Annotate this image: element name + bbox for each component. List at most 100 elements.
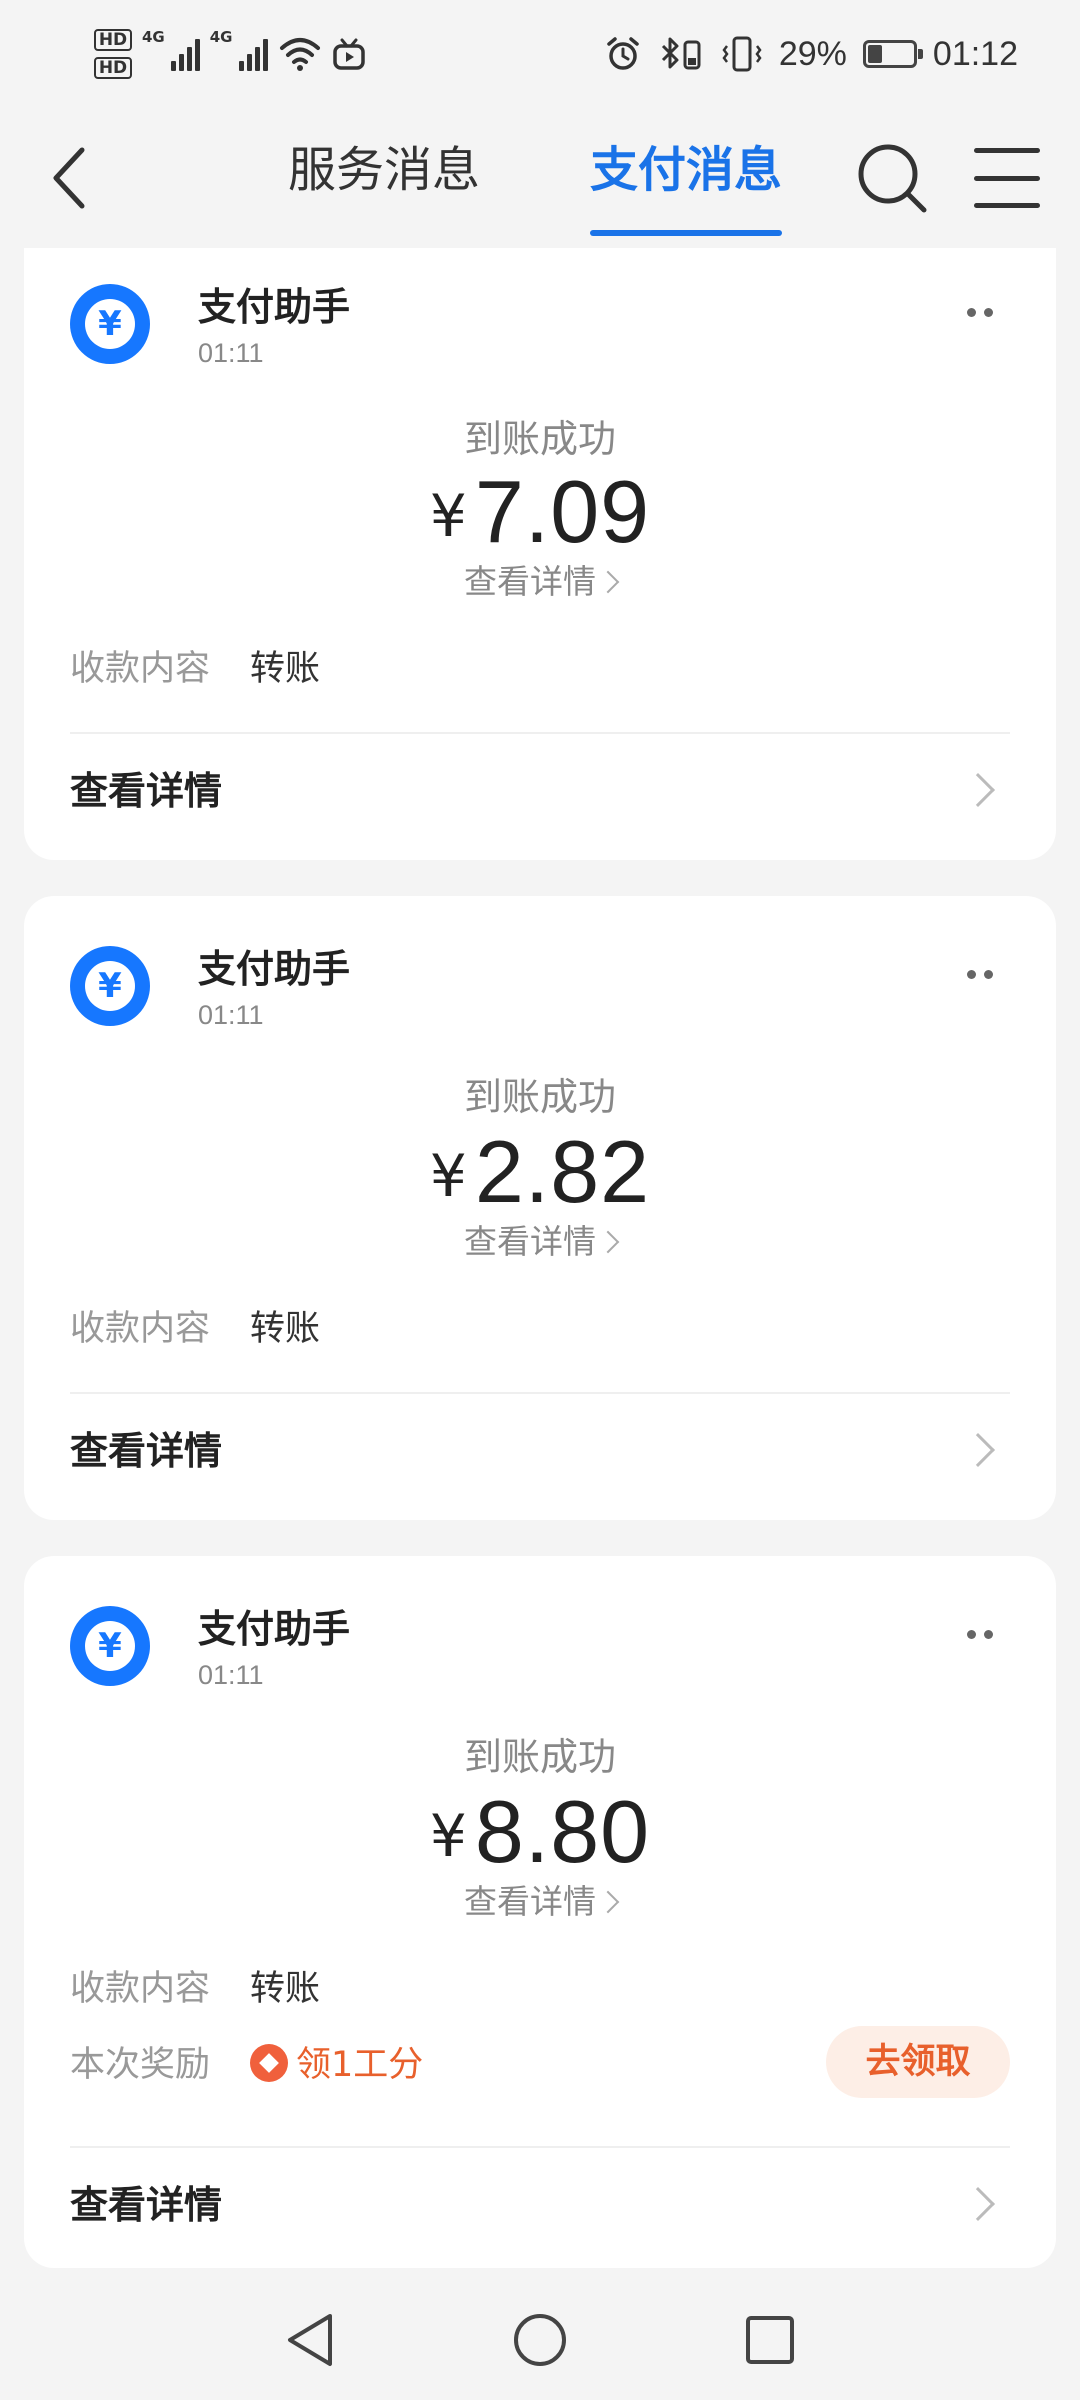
tab-payment-messages[interactable]: 支付消息 (590, 138, 783, 248)
content-row: 收款内容 转账 (70, 1306, 1010, 1352)
view-detail-link[interactable]: 查看详情 (24, 1880, 1056, 1924)
system-recents-button[interactable] (740, 2310, 800, 2370)
signal-1-icon (170, 37, 200, 71)
reward-label: 本次奖励 (70, 2045, 211, 2085)
payment-status: 到账成功 (463, 1735, 616, 1779)
tab-service-label: 服务消息 (288, 142, 481, 198)
view-detail-label: 查看详情 (70, 769, 223, 813)
sender-name: 支付助手 (198, 1607, 351, 1651)
network-type-2: 4G (209, 28, 233, 46)
sender-name: 支付助手 (198, 285, 351, 329)
payment-message-card: ¥ 支付助手 01:11 到账成功 ¥8.80 查看详情 收款内容 转账 本次奖励… (24, 1556, 1056, 2268)
more-dots-icon (967, 969, 976, 979)
tab-payment-label: 支付消息 (590, 142, 783, 198)
card-divider (70, 732, 1010, 734)
battery-icon (862, 40, 923, 68)
menu-button[interactable] (974, 148, 1040, 208)
back-button[interactable] (40, 138, 100, 218)
claim-reward-button[interactable]: 去领取 (826, 2026, 1010, 2098)
chevron-right-icon (961, 2187, 995, 2221)
system-back-button[interactable] (280, 2310, 340, 2370)
content-label: 收款内容 (70, 1309, 211, 1349)
message-time: 01:11 (198, 1660, 264, 1690)
reward-value: 领1工分 (296, 2045, 424, 2085)
more-options-button[interactable] (950, 292, 1010, 332)
currency-symbol: ¥ (429, 1142, 467, 1210)
more-dots-icon (967, 1629, 976, 1639)
view-detail-label: 查看详情 (70, 1429, 223, 1473)
card-header: ¥ 支付助手 01:11 (70, 1606, 1010, 1696)
chevron-right-icon (961, 1433, 995, 1467)
chevron-left-icon (53, 147, 85, 209)
payment-status: 到账成功 (463, 417, 616, 461)
card-header: ¥ 支付助手 01:11 (70, 946, 1010, 1036)
currency-symbol: ¥ (429, 1802, 467, 1870)
status-right: 29% 01:12 (605, 26, 1018, 82)
message-time: 01:11 (198, 338, 264, 368)
square-recents-icon (746, 2316, 794, 2364)
signal-2-icon (238, 37, 268, 71)
amount-value: 2.82 (474, 1122, 651, 1221)
view-detail-link[interactable]: 查看详情 (24, 1220, 1056, 1264)
message-time: 01:11 (198, 1000, 264, 1030)
more-dots-icon (967, 307, 976, 317)
reward-row: 本次奖励 领1工分 去领取 (70, 2026, 1010, 2098)
battery-fill (867, 45, 882, 63)
view-detail-label: 查看详情 (70, 2183, 223, 2227)
system-navigation-bar (0, 2280, 1080, 2400)
triangle-back-icon (288, 2314, 332, 2366)
content-row: 收款内容 转账 (70, 646, 1010, 692)
view-detail-row[interactable]: 查看详情 (70, 752, 1010, 832)
card-header: ¥ 支付助手 01:11 (70, 284, 1010, 374)
card-divider (70, 2146, 1010, 2148)
amount-value: 7.09 (474, 462, 651, 561)
view-detail-link-label: 查看详情 (464, 1222, 596, 1261)
system-home-button[interactable] (510, 2310, 570, 2370)
content-label: 收款内容 (70, 1969, 211, 2009)
view-detail-link-label: 查看详情 (464, 562, 596, 601)
more-options-button[interactable] (950, 1614, 1010, 1654)
yuan-chat-icon: ¥ (70, 284, 150, 364)
hd1-badge: HD (94, 29, 132, 51)
reward-diamond-icon (250, 2044, 288, 2082)
alarm-icon (607, 37, 639, 70)
payment-message-card: ¥ 支付助手 01:11 到账成功 ¥2.82 查看详情 收款内容 转账 查看详情 (24, 896, 1056, 1520)
tv-app-icon (332, 38, 365, 70)
hd-indicators: HD HD (94, 29, 132, 79)
more-options-button[interactable] (950, 954, 1010, 994)
chevron-right-icon (596, 570, 620, 594)
yuan-chat-icon: ¥ (70, 946, 150, 1026)
search-icon (858, 144, 927, 213)
view-detail-row[interactable]: 查看详情 (70, 1412, 1010, 1492)
card-divider (70, 1392, 1010, 1394)
status-left: HD HD 4G 4G (94, 22, 366, 86)
currency-symbol: ¥ (429, 482, 467, 550)
content-label: 收款内容 (70, 649, 211, 689)
battery-percent: 29% (778, 34, 847, 73)
chevron-right-icon (961, 773, 995, 807)
content-value: 转账 (250, 1969, 321, 2009)
clock: 01:12 (932, 34, 1018, 73)
menu-icon (974, 148, 1040, 153)
hd2-badge: HD (94, 57, 132, 79)
active-tab-indicator (590, 230, 783, 236)
content-row: 收款内容 转账 (70, 1966, 1010, 2012)
network-type-1: 4G (142, 28, 165, 46)
status-bar: HD HD 4G 4G 29% 01:12 (0, 0, 1080, 108)
view-detail-link[interactable]: 查看详情 (24, 560, 1056, 604)
payment-message-card: ¥ 支付助手 01:11 到账成功 ¥7.09 查看详情 收款内容 转账 查看详情 (24, 248, 1056, 860)
circle-home-icon (514, 2314, 566, 2366)
view-detail-row[interactable]: 查看详情 (70, 2166, 1010, 2246)
chevron-right-icon (596, 1230, 620, 1254)
view-detail-link-label: 查看详情 (464, 1882, 596, 1921)
bluetooth-battery-icon (661, 37, 701, 70)
app-header: 服务消息 支付消息 (0, 108, 1080, 248)
payment-status: 到账成功 (463, 1075, 616, 1119)
tab-service-messages[interactable]: 服务消息 (288, 138, 480, 248)
amount-value: 8.80 (474, 1782, 651, 1881)
content-value: 转账 (250, 649, 321, 689)
vibrate-icon (722, 36, 762, 72)
content-value: 转账 (250, 1309, 321, 1349)
wifi-icon (279, 38, 320, 71)
search-button[interactable] (852, 138, 932, 218)
